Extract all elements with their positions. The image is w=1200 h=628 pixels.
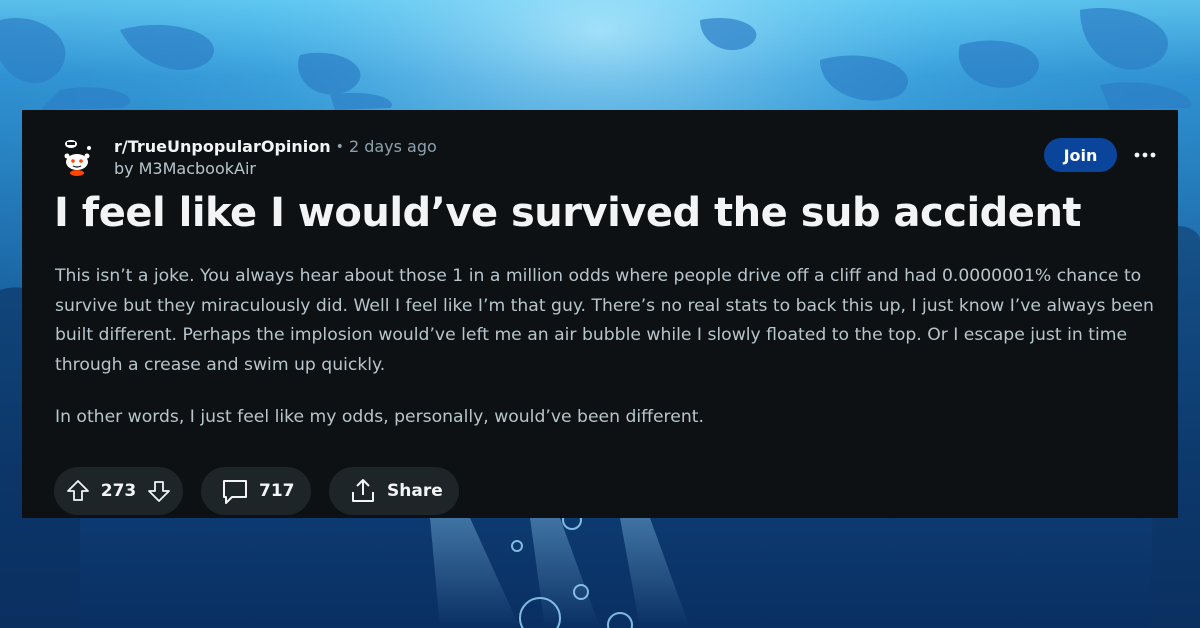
downvote-arrow-icon: [148, 481, 170, 502]
author-prefix: by: [114, 159, 134, 178]
upvote-button[interactable]: [66, 479, 90, 503]
snoo-avatar-icon[interactable]: [58, 138, 96, 176]
comments-button[interactable]: 717: [201, 467, 311, 515]
reddit-post-card: r/TrueUnpopularOpinion • 2 days ago by M…: [22, 110, 1178, 518]
post-meta-text: r/TrueUnpopularOpinion • 2 days ago by M…: [114, 136, 437, 180]
author-link[interactable]: M3MacbookAir: [139, 158, 256, 180]
author-line: by M3MacbookAir: [114, 158, 437, 180]
comment-bubble-icon: [223, 480, 247, 504]
downvote-button[interactable]: [147, 479, 171, 503]
share-label: Share: [387, 481, 443, 501]
comment-count: 717: [259, 481, 295, 501]
post-timestamp: 2 days ago: [348, 137, 437, 156]
join-button[interactable]: Join: [1044, 138, 1117, 172]
post-title[interactable]: I feel like I would’ve survived the sub …: [54, 188, 1154, 238]
ocean-background: r/TrueUnpopularOpinion • 2 days ago by M…: [0, 0, 1200, 628]
post-body: This isn’t a joke. You always hear about…: [55, 262, 1163, 456]
more-options-icon: [1134, 152, 1156, 158]
vote-control: 273: [54, 467, 183, 515]
post-meta: r/TrueUnpopularOpinion • 2 days ago by M…: [58, 136, 437, 180]
post-actions: 273 717 Share: [54, 467, 477, 515]
upvote-arrow-icon: [67, 480, 89, 501]
post-meta-line: r/TrueUnpopularOpinion • 2 days ago: [114, 136, 437, 158]
post-body-paragraph: In other words, I just feel like my odds…: [55, 407, 704, 427]
post-body-paragraph: This isn’t a joke. You always hear about…: [55, 266, 1154, 375]
subreddit-link[interactable]: r/TrueUnpopularOpinion: [114, 136, 331, 158]
vote-count: 273: [100, 481, 137, 501]
more-options-button[interactable]: [1130, 140, 1160, 170]
meta-separator: •: [335, 139, 344, 155]
share-icon: [352, 479, 374, 502]
share-button[interactable]: Share: [329, 467, 459, 515]
